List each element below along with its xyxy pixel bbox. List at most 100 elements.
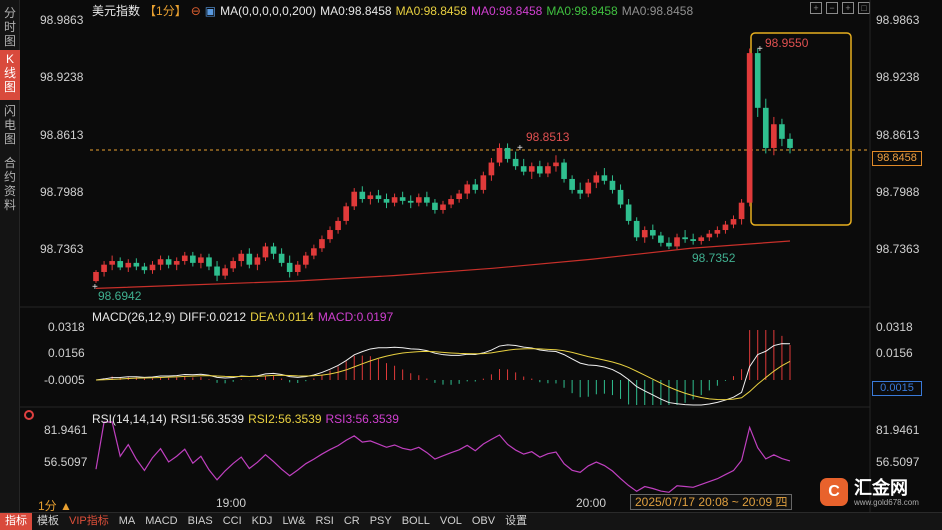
candle-body (537, 166, 543, 174)
candle-body (625, 204, 632, 221)
candle-body (117, 261, 124, 268)
rsi-tick-right: 81.9461 (876, 423, 920, 437)
candle-body (714, 230, 721, 234)
peak-annotation: 98.9550 (765, 36, 809, 50)
candle-body (286, 262, 293, 272)
candle-body (141, 266, 148, 271)
local-low-annotation: 98.7352 (692, 251, 736, 265)
candle-body (238, 253, 245, 262)
candlestick-series (93, 48, 793, 283)
macd-tick-left: -0.0005 (44, 373, 85, 387)
candle-body (190, 255, 196, 263)
candle-body (448, 199, 454, 205)
chart-canvas[interactable]: + + + (0, 0, 942, 530)
macd-dea-value: DEA:0.0114 (250, 310, 314, 324)
macd-header: MACD(26,12,9) DIFF:0.0212 DEA:0.0114 MACD:0… (92, 310, 397, 324)
rsi-settings-icon[interactable] (24, 410, 34, 420)
candle-body (698, 237, 705, 241)
candle-body (569, 178, 575, 190)
candle-body (415, 197, 422, 203)
candle-body (109, 261, 115, 265)
candle-body (198, 257, 204, 263)
macd-tick-right: 0.0156 (876, 346, 913, 360)
date-range-display: 2025/07/17 20:08 ~ 20:09 四 (630, 494, 793, 510)
candle-body (464, 184, 471, 194)
candle-body (690, 239, 696, 241)
indicator-kdj[interactable]: KDJ (247, 513, 278, 530)
rsi-tick-right: 56.5097 (876, 455, 920, 469)
rsi-header: RSI(14,14,14) RSI1:56.3539 RSI2:56.3539 RSI… (92, 412, 403, 426)
macd-current-tag: 0.0015 (872, 381, 922, 396)
candle-body (762, 107, 769, 148)
candle-body (222, 268, 228, 276)
candle-body (399, 197, 406, 201)
tab-vip-indicators[interactable]: VIP指标 (64, 513, 114, 530)
logo-mark-icon: C (820, 478, 848, 506)
candle-body (278, 253, 285, 263)
candle-body (133, 262, 140, 267)
high-marker-icon: + (517, 143, 523, 154)
candle-body (440, 204, 446, 210)
candle-body (391, 197, 398, 203)
candle-body (488, 162, 495, 176)
rsi-line (95, 421, 791, 493)
time-tick: 19:00 (216, 496, 247, 510)
macd-diff-value: DIFF:0.0212 (179, 310, 247, 324)
indicator-obv[interactable]: OBV (467, 513, 500, 530)
candle-body (666, 242, 672, 247)
local-high-annotation: 98.8513 (526, 130, 570, 144)
candle-body (424, 197, 430, 203)
candle-body (496, 147, 503, 163)
indicator-psy[interactable]: PSY (365, 513, 397, 530)
candle-body (214, 266, 220, 276)
macd-value: MACD:0.0197 (317, 310, 394, 324)
candle-body (545, 166, 551, 174)
candle-body (641, 230, 648, 238)
indicator-rsi[interactable]: RSI (310, 513, 338, 530)
macd-tick-right: 0.0318 (876, 320, 913, 334)
tab-indicators[interactable]: 指标 (0, 513, 32, 530)
candle-body (561, 162, 567, 179)
ma200-path (95, 240, 791, 290)
indicator-lw[interactable]: LW& (277, 513, 310, 530)
indicator-ma[interactable]: MA (114, 513, 141, 530)
candle-body (254, 257, 261, 265)
candle-body (730, 219, 737, 225)
logo-url: www.gold678.com (854, 497, 919, 507)
candle-body (593, 175, 600, 183)
candle-body (779, 124, 785, 139)
candle-body (706, 233, 713, 238)
candle-body (609, 180, 616, 190)
macd-params: MACD(26,12,9) (92, 310, 176, 324)
macd-tick-left: 0.0156 (48, 346, 85, 360)
candle-body (101, 264, 107, 272)
candle-body (173, 261, 180, 265)
indicator-cci[interactable]: CCI (218, 513, 247, 530)
rsi-params: RSI(14,14,14) (92, 412, 167, 426)
rsi1-value: RSI1:56.3539 (170, 412, 245, 426)
rsi3-value: RSI3:56.3539 (325, 412, 399, 426)
tab-templates[interactable]: 模板 (32, 513, 64, 530)
candle-body (246, 253, 253, 265)
candle-body (754, 53, 761, 108)
candle-body (520, 166, 527, 172)
peak-marker-icon: + (757, 44, 763, 55)
candle-body (480, 175, 487, 190)
indicator-bias[interactable]: BIAS (183, 513, 218, 530)
indicator-vol[interactable]: VOL (435, 513, 467, 530)
candle-body (633, 220, 640, 238)
indicator-macd[interactable]: MACD (140, 513, 182, 530)
settings-button[interactable]: 设置 (500, 513, 532, 530)
candle-body (512, 158, 519, 167)
candle-body (270, 246, 277, 254)
candle-body (230, 261, 237, 269)
indicator-boll[interactable]: BOLL (397, 513, 435, 530)
indicator-cr[interactable]: CR (339, 513, 365, 530)
indicator-toolbar: 指标 模板 VIP指标 MA MACD BIAS CCI KDJ LW& RSI… (0, 512, 942, 530)
candle-body (472, 184, 479, 190)
candle-body (771, 124, 777, 148)
candle-body (682, 237, 688, 240)
rsi-tick-left: 81.9461 (44, 423, 88, 437)
logo-name: 汇金网 (854, 477, 908, 498)
site-logo: C 汇金网 www.gold678.com (820, 472, 932, 512)
